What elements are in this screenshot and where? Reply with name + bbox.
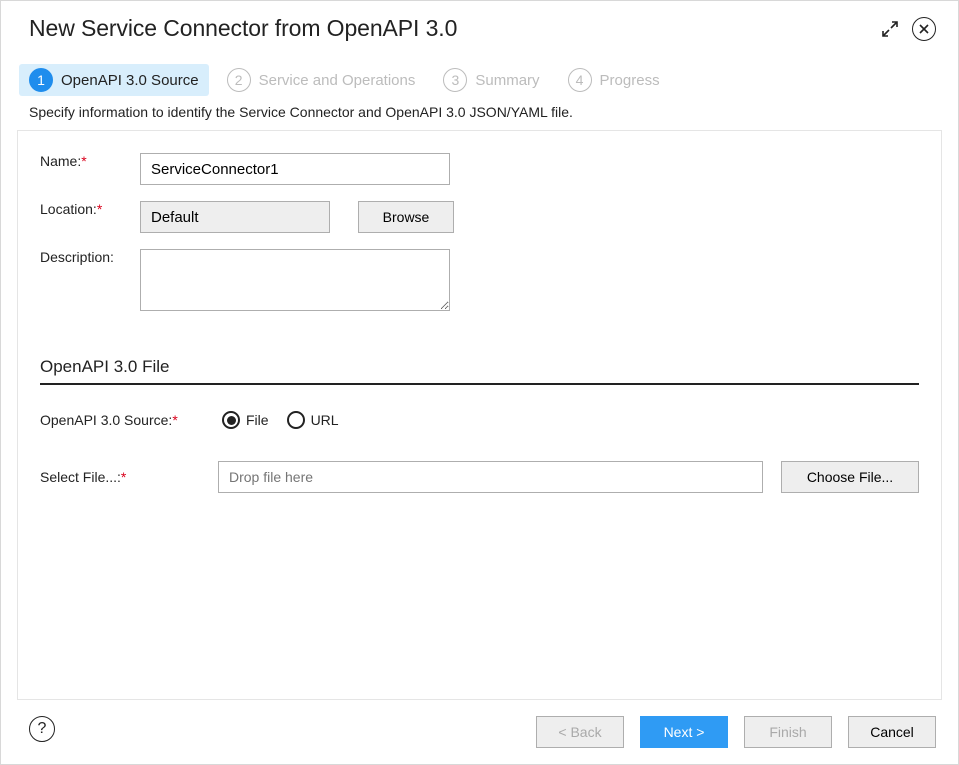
radio-url[interactable]: URL bbox=[287, 411, 339, 429]
dialog-title: New Service Connector from OpenAPI 3.0 bbox=[29, 15, 878, 42]
step-label-1: OpenAPI 3.0 Source bbox=[61, 72, 199, 89]
step-num-1: 1 bbox=[29, 68, 53, 92]
finish-button[interactable]: Finish bbox=[744, 716, 832, 748]
content-panel: Name:* Location:* Browse Description: Op… bbox=[17, 130, 942, 700]
step-num-4: 4 bbox=[568, 68, 592, 92]
wizard-footer: < Back Next > Finish Cancel bbox=[1, 712, 958, 764]
file-section-heading: OpenAPI 3.0 File bbox=[40, 357, 919, 385]
step-1[interactable]: 1 OpenAPI 3.0 Source bbox=[19, 64, 209, 96]
radio-file[interactable]: File bbox=[222, 411, 269, 429]
source-label: OpenAPI 3.0 Source:* bbox=[40, 412, 200, 428]
location-input bbox=[140, 201, 330, 233]
file-drop-input[interactable] bbox=[218, 461, 763, 493]
source-radio-group: File URL bbox=[222, 411, 339, 429]
step-description: Specify information to identify the Serv… bbox=[1, 104, 958, 130]
radio-dot-icon bbox=[287, 411, 305, 429]
description-input[interactable] bbox=[140, 249, 450, 311]
step-4[interactable]: 4 Progress bbox=[568, 68, 660, 92]
cancel-button[interactable]: Cancel bbox=[848, 716, 936, 748]
select-file-label: Select File...:* bbox=[40, 469, 200, 485]
step-label-2: Service and Operations bbox=[259, 72, 416, 89]
dialog-window: New Service Connector from OpenAPI 3.0 1… bbox=[0, 0, 959, 765]
radio-dot-icon bbox=[222, 411, 240, 429]
step-3[interactable]: 3 Summary bbox=[443, 68, 539, 92]
next-button[interactable]: Next > bbox=[640, 716, 728, 748]
expand-icon[interactable] bbox=[878, 17, 902, 41]
step-num-2: 2 bbox=[227, 68, 251, 92]
close-icon[interactable] bbox=[912, 17, 936, 41]
step-label-3: Summary bbox=[475, 72, 539, 89]
location-label: Location:* bbox=[40, 201, 140, 217]
browse-button[interactable]: Browse bbox=[358, 201, 454, 233]
description-label: Description: bbox=[40, 249, 140, 265]
step-label-4: Progress bbox=[600, 72, 660, 89]
name-label: Name:* bbox=[40, 153, 140, 169]
wizard-steps: 1 OpenAPI 3.0 Source 2 Service and Opera… bbox=[1, 50, 958, 104]
step-2[interactable]: 2 Service and Operations bbox=[227, 68, 416, 92]
choose-file-button[interactable]: Choose File... bbox=[781, 461, 919, 493]
help-icon[interactable]: ? bbox=[29, 716, 55, 742]
title-bar: New Service Connector from OpenAPI 3.0 bbox=[1, 1, 958, 50]
name-input[interactable] bbox=[140, 153, 450, 185]
back-button[interactable]: < Back bbox=[536, 716, 624, 748]
step-num-3: 3 bbox=[443, 68, 467, 92]
